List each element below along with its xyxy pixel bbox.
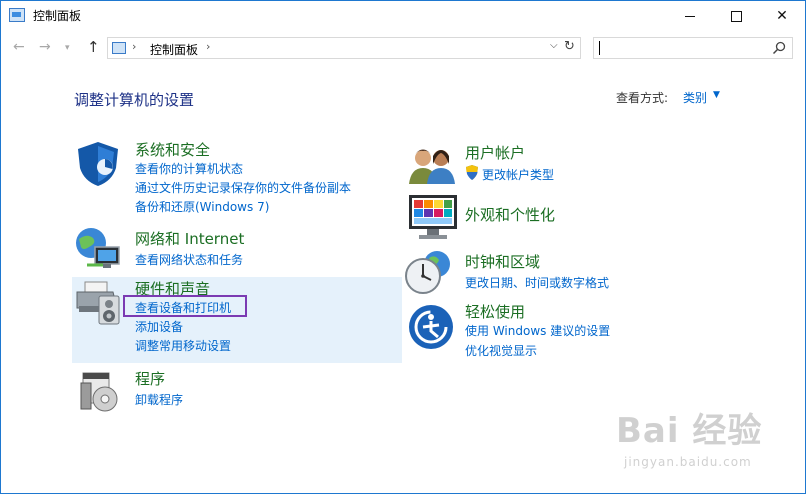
view-by-dropdown[interactable]: 类别 [683,89,707,106]
link-view-computer-status[interactable]: 查看你的计算机状态 [135,160,243,177]
watermark-logo-text: Bai 经验 [616,411,763,451]
link-mobility-settings[interactable]: 调整常用移动设置 [135,337,231,354]
close-button[interactable]: ✕ [759,1,805,31]
link-add-device[interactable]: 添加设备 [135,318,183,335]
page-title: 调整计算机的设置 [74,91,195,109]
address-bar[interactable]: › 控制面板 › ⌵ ↻ [107,37,581,59]
users-icon[interactable] [407,144,457,186]
programs-icon[interactable] [79,369,123,413]
maximize-icon [730,10,742,22]
printer-speaker-icon[interactable] [75,280,125,326]
link-change-date-time-format[interactable]: 更改日期、时间或数字格式 [465,274,609,291]
maximize-button[interactable] [713,1,759,31]
category-user-accounts[interactable]: 用户帐户 [465,142,525,163]
forward-arrow-icon[interactable]: → [39,39,51,55]
link-optimize-visual-display[interactable]: 优化视觉显示 [465,342,537,359]
monitor-icon[interactable] [407,193,459,241]
category-network-and-internet[interactable]: 网络和 Internet [135,228,244,249]
search-input[interactable] [593,37,793,59]
category-ease-of-access[interactable]: 轻松使用 [465,301,525,322]
breadcrumb-separator-icon[interactable]: › [132,40,136,53]
recent-locations-icon[interactable]: ▾ [65,43,70,53]
address-dropdown-icon[interactable]: ⌵ [550,40,558,51]
control-panel-icon [9,8,25,22]
search-icon[interactable] [772,41,786,55]
title-bar: 控制面板 ✕ [1,1,805,31]
link-file-history[interactable]: 通过文件历史记录保存你的文件备份副本 [135,179,351,196]
uac-shield-icon [466,165,478,180]
refresh-icon[interactable]: ↻ [564,39,575,54]
shield-icon[interactable] [75,140,121,188]
link-recommended-settings[interactable]: 使用 Windows 建议的设置 [465,322,610,339]
text-cursor [599,41,600,55]
up-arrow-icon[interactable]: ↑ [87,38,100,56]
close-icon: ✕ [776,8,788,24]
category-appearance-and-personalization[interactable]: 外观和个性化 [465,204,555,225]
category-clock-and-region[interactable]: 时钟和区域 [465,251,540,272]
link-change-account-type[interactable]: 更改帐户类型 [482,166,554,183]
minimize-icon [685,15,695,17]
category-system-and-security[interactable]: 系统和安全 [135,139,210,160]
ease-of-access-icon[interactable] [407,303,455,351]
watermark-url: jingyan.baidu.com [624,455,752,469]
window-title: 控制面板 [33,9,82,23]
highlight-callout-box [123,295,247,317]
view-by-label: 查看方式: [616,91,669,105]
network-icon[interactable] [73,225,125,273]
baidu-watermark: Bai 经验 jingyan.baidu.com [616,403,806,489]
link-backup-restore[interactable]: 备份和还原(Windows 7) [135,198,269,215]
breadcrumb-control-panel[interactable]: 控制面板 [150,41,198,58]
control-panel-icon [112,42,126,54]
chevron-down-icon[interactable]: ▼ [713,90,720,100]
back-arrow-icon[interactable]: ← [13,39,25,55]
link-network-status[interactable]: 查看网络状态和任务 [135,251,243,268]
link-uninstall-program[interactable]: 卸载程序 [135,391,183,408]
breadcrumb-separator-icon[interactable]: › [206,40,210,53]
minimize-button[interactable] [667,1,713,31]
navigation-bar: ← → ▾ ↑ › 控制面板 › ⌵ ↻ [1,33,805,63]
category-programs[interactable]: 程序 [135,368,165,389]
clock-globe-icon[interactable] [405,250,455,296]
